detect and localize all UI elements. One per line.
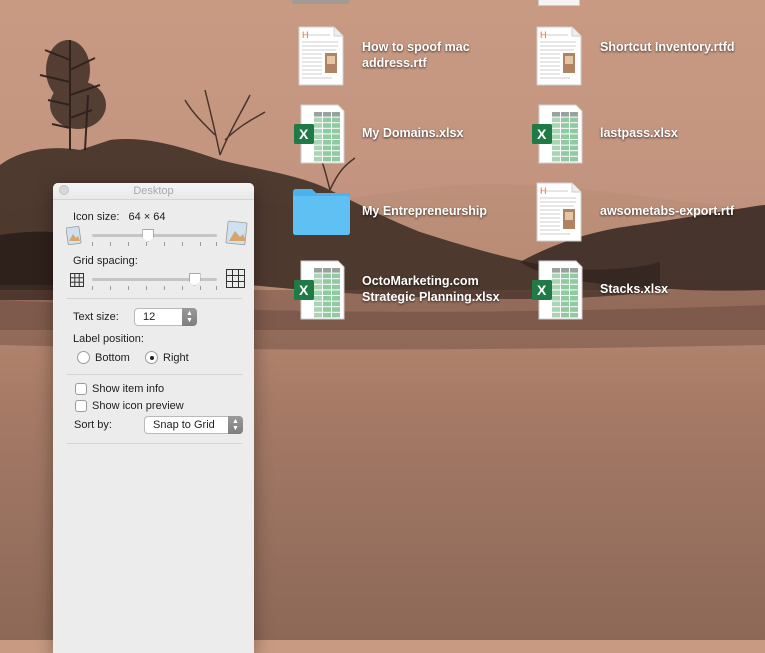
desktop-file-label: awsometabs-export.rtf bbox=[600, 204, 735, 218]
grid-spacing-label: Grid spacing: bbox=[73, 255, 138, 267]
svg-text:H: H bbox=[302, 30, 309, 40]
desktop-file[interactable]: Hawsometabs-export.rtf bbox=[530, 182, 765, 252]
icon-size-ticks bbox=[92, 242, 217, 246]
excel-spreadsheet-icon: X bbox=[530, 260, 590, 320]
excel-spreadsheet-icon: X bbox=[292, 104, 352, 164]
svg-text:H: H bbox=[540, 186, 547, 196]
excel-spreadsheet-icon: X bbox=[292, 260, 352, 320]
rtf-document-icon: H bbox=[530, 26, 590, 86]
excel-spreadsheet-icon: X bbox=[530, 104, 590, 164]
svg-text:X: X bbox=[537, 282, 547, 298]
label-position-bottom-radio[interactable] bbox=[77, 351, 90, 364]
text-size-select[interactable]: 12 ▲ ▼ bbox=[134, 308, 197, 326]
desktop-file-label: OctoMarketing.com Strategic Planning.xls… bbox=[362, 274, 500, 304]
rtf-document-icon: H bbox=[292, 26, 352, 86]
label-position-bottom-label: Bottom bbox=[95, 352, 130, 364]
desktop-file-label: Stacks.xlsx bbox=[600, 282, 669, 296]
sort-by-label: Sort by: bbox=[74, 419, 112, 431]
label-position-right-label: Right bbox=[163, 352, 189, 364]
partial-icon-top-left[interactable] bbox=[292, 0, 350, 4]
svg-text:X: X bbox=[537, 126, 547, 142]
svg-text:H: H bbox=[540, 30, 547, 40]
partial-icon-top-right[interactable] bbox=[538, 0, 580, 6]
sort-by-select[interactable]: Snap to Grid ▲ ▼ bbox=[144, 416, 243, 434]
icon-size-value: 64 × 64 bbox=[128, 211, 166, 223]
desktop-file[interactable]: H How to spoof mac address.rtf bbox=[292, 26, 532, 96]
desktop-file[interactable]: X OctoMarketing.com Strategic Planning.xl… bbox=[292, 260, 532, 330]
icon-size-slider-track[interactable] bbox=[92, 234, 217, 237]
desktop-file-label: How to spoof mac address.rtf bbox=[362, 40, 470, 70]
icon-size-label: Icon size: bbox=[73, 211, 120, 223]
chevron-updown-icon: ▲ ▼ bbox=[182, 308, 197, 326]
divider bbox=[67, 443, 242, 444]
small-image-icon bbox=[66, 225, 82, 245]
desktop-file[interactable]: Xlastpass.xlsx bbox=[530, 104, 765, 174]
divider bbox=[67, 374, 242, 375]
text-size-label: Text size: bbox=[73, 311, 119, 323]
grid-spacing-ticks bbox=[92, 286, 217, 290]
icon-size-slider-knob[interactable] bbox=[142, 229, 155, 242]
small-grid-icon bbox=[70, 273, 84, 287]
text-size-value: 12 bbox=[143, 311, 156, 323]
desktop-view-options-panel: Desktop Icon size: 64 × 64 Grid spacing: bbox=[53, 183, 254, 653]
label-position-label: Label position: bbox=[73, 333, 144, 345]
desktop-file[interactable]: X My Domains.xlsx bbox=[292, 104, 532, 174]
label-position-right-radio[interactable] bbox=[145, 351, 158, 364]
show-item-info-label: Show item info bbox=[92, 383, 165, 395]
panel-title: Desktop bbox=[133, 185, 174, 197]
large-grid-icon bbox=[226, 269, 245, 288]
desktop-file-label: lastpass.xlsx bbox=[600, 126, 678, 140]
desktop-file[interactable]: My Entrepreneurship bbox=[292, 182, 532, 252]
sort-by-value: Snap to Grid bbox=[153, 419, 215, 431]
show-icon-preview-checkbox[interactable] bbox=[75, 400, 87, 412]
show-item-info-checkbox[interactable] bbox=[75, 383, 87, 395]
desktop-file[interactable]: H Shortcut Inventory.rtfd bbox=[530, 26, 765, 96]
desktop-file-label: Shortcut Inventory.rtfd bbox=[600, 40, 735, 54]
chevron-updown-icon: ▲ ▼ bbox=[228, 416, 243, 434]
show-icon-preview-label: Show icon preview bbox=[92, 400, 184, 412]
grid-spacing-slider-knob[interactable] bbox=[188, 273, 201, 286]
large-image-icon bbox=[225, 220, 248, 246]
desktop-file[interactable]: X Stacks.xlsx bbox=[530, 260, 765, 330]
svg-text:X: X bbox=[299, 126, 309, 142]
desktop-file-label: My Domains.xlsx bbox=[362, 126, 464, 140]
icon-size-row: Icon size: 64 × 64 bbox=[73, 211, 166, 223]
panel-titlebar: Desktop bbox=[53, 183, 254, 200]
svg-text:X: X bbox=[299, 282, 309, 298]
divider bbox=[67, 298, 242, 299]
desktop-file-label: My Entrepreneurship bbox=[362, 204, 488, 218]
rtf-document-icon: H bbox=[530, 182, 590, 242]
folder-icon bbox=[292, 182, 352, 242]
